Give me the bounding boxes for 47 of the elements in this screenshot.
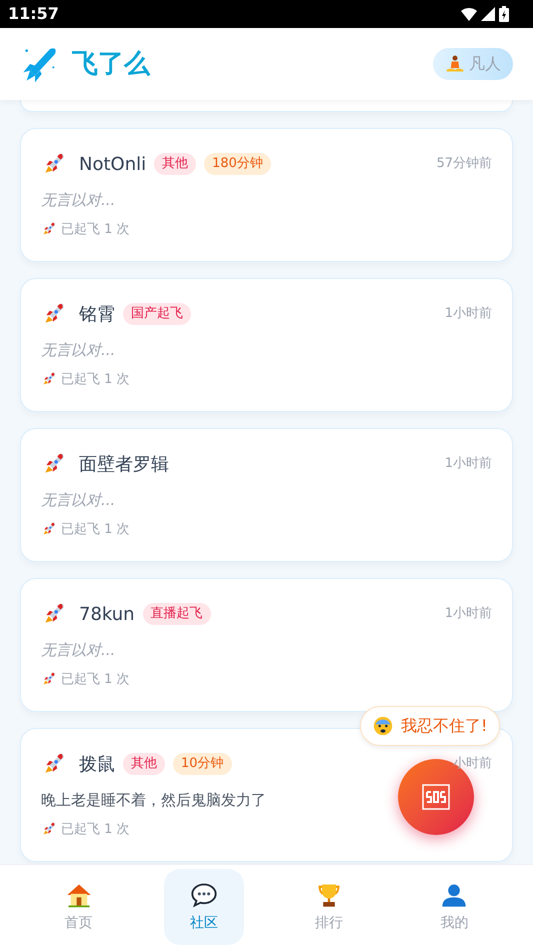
post-time: 1小时前 bbox=[444, 455, 492, 474]
launch-count: 已起飞 1 次 bbox=[61, 520, 130, 538]
post-content: 无言以对... bbox=[41, 490, 116, 511]
wifi-icon bbox=[461, 7, 477, 21]
rank-label: 凡人 bbox=[469, 53, 501, 75]
battery-icon bbox=[499, 6, 509, 22]
post-tag: 10分钟 bbox=[173, 753, 232, 775]
sos-icon bbox=[422, 784, 450, 810]
post-content: 无言以对... bbox=[41, 640, 116, 661]
anxious-face-icon bbox=[373, 716, 393, 736]
post-card[interactable]: 78kun 直播起飞 1小时前 无言以对... 已起飞 1 次 bbox=[20, 578, 513, 712]
post-tag: 180分钟 bbox=[204, 153, 271, 175]
launch-count: 已起飞 1 次 bbox=[61, 820, 130, 838]
small-rocket-icon bbox=[41, 371, 57, 388]
post-content: 无言以对... bbox=[41, 340, 116, 361]
post-time: 1小时前 bbox=[444, 605, 492, 624]
user-name: 拨鼠 bbox=[79, 752, 115, 776]
post-time: 小时前 bbox=[453, 755, 492, 774]
post-tag: 直播起飞 bbox=[142, 603, 211, 625]
post-card[interactable]: NotOnli 其他 180分钟 57分钟前 无言以对... 已起飞 1 次 bbox=[20, 128, 513, 262]
signal-icon bbox=[481, 7, 495, 21]
launch-count: 已起飞 1 次 bbox=[61, 370, 130, 388]
post-time: 57分钟前 bbox=[436, 155, 492, 174]
small-rocket-icon bbox=[41, 521, 57, 538]
post-tag: 其他 bbox=[154, 153, 196, 175]
post-content: 晚上老是睡不着，然后鬼脑发力了 bbox=[41, 790, 266, 811]
user-name: 铭霄 bbox=[79, 302, 115, 326]
user-name: 78kun bbox=[79, 602, 135, 626]
meditating-person-icon bbox=[445, 54, 465, 74]
post-time: 1小时前 bbox=[444, 305, 492, 324]
sos-bubble[interactable]: 我忍不住了! bbox=[360, 706, 500, 746]
post-card[interactable]: 面壁者罗辑 1小时前 无言以对... 已起飞 1 次 bbox=[20, 428, 513, 562]
small-rocket-icon bbox=[41, 671, 57, 688]
launch-count: 已起飞 1 次 bbox=[61, 670, 130, 688]
status-time: 11:57 bbox=[8, 3, 59, 25]
small-rocket-icon bbox=[41, 821, 57, 838]
launch-count: 已起飞 1 次 bbox=[61, 220, 130, 238]
post-content: 无言以对... bbox=[41, 190, 116, 211]
post-tag: 其他 bbox=[123, 753, 165, 775]
small-rocket-icon bbox=[41, 221, 57, 238]
user-name: 面壁者罗辑 bbox=[79, 452, 169, 476]
post-tag: 国产起飞 bbox=[123, 303, 191, 325]
speech-bubble-icon bbox=[188, 880, 219, 908]
post-card[interactable]: 铭霄 国产起飞 1小时前 无言以对... 已起飞 1 次 bbox=[20, 278, 513, 412]
app-title: 飞了么 bbox=[72, 48, 150, 80]
nav-tab[interactable]: 社区 bbox=[164, 869, 244, 945]
user-name: NotOnli bbox=[79, 152, 146, 176]
